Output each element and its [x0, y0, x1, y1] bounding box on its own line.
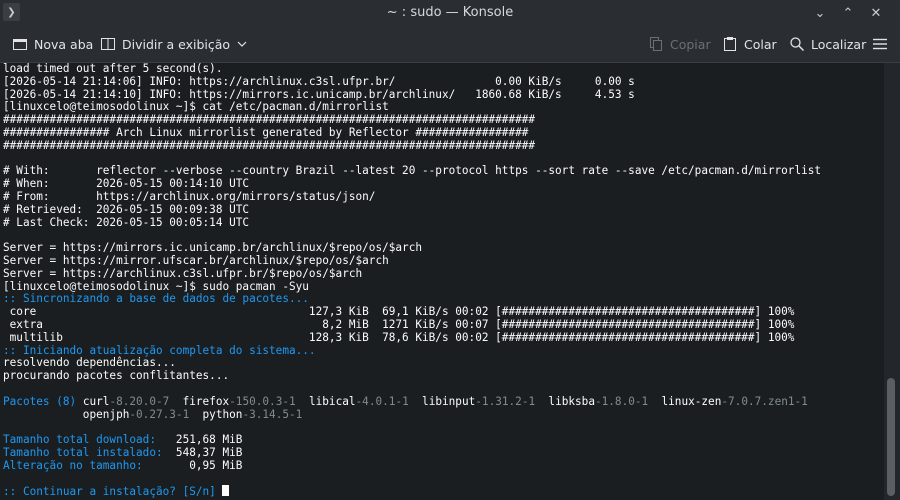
terminal-text-segment: openjph	[3, 407, 130, 421]
terminal-text-segment: Server = https://archlinux.c3sl.ufpr.br/…	[3, 266, 363, 280]
terminal-text-segment: core 127,3 KiB 69,1 KiB/s 00:02 [#######…	[3, 305, 795, 319]
terminal-text-segment: load timed out after 5 second(s).	[3, 63, 223, 75]
terminal-text: load timed out after 5 second(s). [2026-0…	[0, 63, 884, 499]
split-view-label: Dividir a exibição	[122, 36, 231, 52]
hamburger-menu-button[interactable]	[872, 26, 888, 62]
terminal-text-segment: [2026-05-14 21:14:06] INFO: https://arch…	[3, 74, 635, 88]
minimize-button[interactable]: ⌄	[810, 3, 830, 23]
paste-button[interactable]: Colar	[722, 26, 777, 62]
terminal-text-segment: Server = https://mirror.ufscar.br/archli…	[3, 253, 389, 267]
terminal-text-segment: Tamanho total download:	[3, 433, 156, 447]
terminal-text-segment: ################ Arch Linux mirrorlist g…	[3, 125, 529, 139]
terminal-text-segment: :: Sincronizando a base de dados de paco…	[3, 292, 309, 306]
close-button[interactable]: ✕	[866, 3, 886, 23]
terminal-text-segment: :: Continuar a instalação? [S/n]	[3, 485, 223, 499]
close-icon: ✕	[870, 5, 882, 21]
copy-icon	[650, 37, 662, 51]
terminal-text-segment: firefox	[169, 394, 230, 408]
hamburger-menu-icon	[873, 38, 887, 50]
terminal-text-segment: libksba	[535, 394, 595, 408]
terminal-text-segment: :: Iniciando atualização completa do sis…	[3, 343, 316, 357]
find-label: Localizar	[811, 36, 867, 52]
terminal-text-segment: 548,37 MiB	[162, 445, 243, 459]
new-tab-button[interactable]: Nova aba	[12, 26, 93, 62]
terminal-text-segment: curl	[76, 394, 110, 408]
terminal-text-segment: ########################################…	[3, 113, 536, 127]
terminal-text-segment: -0.27.3-1	[129, 407, 190, 421]
terminal-text-segment: resolvendo dependências...	[3, 356, 176, 370]
split-view-icon	[101, 38, 115, 50]
terminal-text-segment: ########################################…	[3, 138, 536, 152]
terminal-text-segment: procurando pacotes conflitantes...	[3, 369, 230, 383]
paste-icon	[724, 37, 736, 51]
terminal-line: openjph-0.27.3-1 python-3.14.5-1	[3, 407, 884, 422]
terminal-text-segment: 0,95 MiB	[142, 458, 243, 472]
terminal-text-segment: [linuxcelo@teimosodolinux ~]$ sudo pacma…	[3, 279, 309, 293]
terminal-text-segment: -8.20.0-7	[109, 394, 170, 408]
scrollbar[interactable]	[884, 63, 900, 500]
terminal-text-segment: -3.14.5-1	[242, 407, 303, 421]
split-view-button[interactable]: Dividir a exibição	[100, 26, 248, 62]
terminal-text-segment: -4.0.1-1	[355, 394, 409, 408]
terminal-text-segment: [linuxcelo@teimosodolinux ~]$ cat /etc/p…	[3, 100, 389, 114]
terminal-text-segment: python	[189, 407, 243, 421]
text-cursor	[222, 485, 230, 497]
terminal-text-segment: -150.0.3-1	[229, 394, 296, 408]
scrollbar-thumb[interactable]	[887, 378, 895, 496]
terminal-text-segment: multilib 128,3 KiB 78,6 KiB/s 00:02 [###…	[3, 330, 795, 344]
terminal-output[interactable]: load timed out after 5 second(s). [2026-0…	[0, 63, 884, 500]
toolbar: Nova aba Dividir a exibição Copiar Colar…	[0, 26, 900, 63]
minimize-icon: ⌄	[814, 5, 826, 21]
terminal-line: :: Continuar a instalação? [S/n]	[3, 485, 884, 499]
copy-label: Copiar	[670, 36, 711, 52]
terminal-text-segment: # With: reflector --verbose --country Br…	[3, 164, 822, 178]
terminal-line: # Last Check: 2026-05-15 00:05:14 UTC	[3, 215, 884, 230]
terminal-text-segment: # From: https://archlinux.org/mirrors/st…	[3, 189, 376, 203]
terminal-text-segment: Pacotes (8)	[3, 394, 77, 408]
terminal-text-segment: -7.0.7.zen1-1	[721, 394, 808, 408]
terminal-line: Alteração no tamanho: 0,95 MiB	[3, 458, 884, 473]
terminal-text-segment: 251,68 MiB	[155, 433, 243, 447]
terminal-text-segment: # Retrieved: 2026-05-15 00:09:38 UTC	[3, 202, 250, 216]
terminal-text-segment: Tamanho total instalado:	[3, 445, 163, 459]
terminal-text-segment: [2026-05-14 21:14:10] INFO: https://mirr…	[3, 87, 635, 101]
terminal-text-segment: # Last Check: 2026-05-15 00:05:14 UTC	[3, 215, 250, 229]
terminal-text-segment: extra 8,2 MiB 1271 KiB/s 00:07 [########…	[3, 317, 795, 331]
terminal-line: ​	[3, 473, 884, 486]
chevron-down-icon	[237, 41, 247, 47]
find-button[interactable]: Localizar	[789, 26, 866, 62]
terminal-text-segment: Alteração no tamanho:	[3, 458, 143, 472]
terminal-text-segment: linux-zen	[648, 394, 722, 408]
terminal-line: ########################################…	[3, 138, 884, 153]
terminal-text-segment: # When: 2026-05-15 00:14:10 UTC	[3, 177, 250, 191]
terminal-text-segment: -1.8.0-1	[594, 394, 649, 408]
copy-button[interactable]: Copiar	[648, 26, 711, 62]
new-tab-icon	[13, 39, 27, 50]
maximize-icon: ⌃	[842, 5, 854, 21]
terminal-line: procurando pacotes conflitantes...	[3, 369, 884, 383]
terminal-text-segment: -1.31.2-1	[475, 394, 536, 408]
terminal-text-segment: Server = https://mirrors.ic.unicamp.br/a…	[3, 241, 422, 255]
terminal-text-segment: libical	[295, 394, 356, 408]
paste-label: Colar	[744, 36, 777, 52]
maximize-button[interactable]: ⌃	[838, 3, 858, 23]
terminal-text-segment: libinput	[408, 394, 476, 408]
window-title: ~ : sudo — Konsole	[386, 5, 514, 20]
search-icon	[790, 37, 805, 52]
title-bar: ❯ ~ : sudo — Konsole ⌄ ⌃ ✕	[0, 0, 900, 26]
new-tab-label: Nova aba	[34, 36, 94, 52]
